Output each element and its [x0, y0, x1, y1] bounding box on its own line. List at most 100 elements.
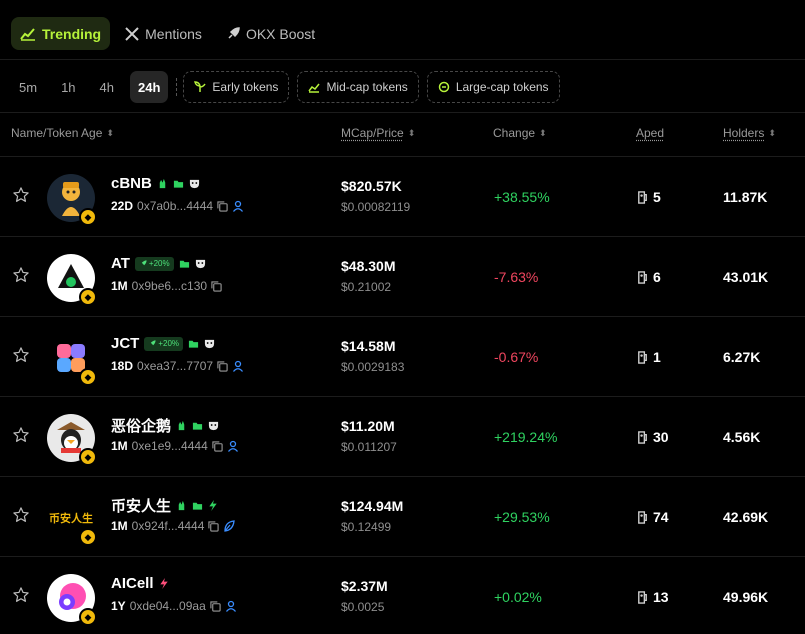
chip-mid-cap-tokens[interactable]: Mid-cap tokens [297, 71, 419, 103]
time-filter-4h[interactable]: 4h [92, 71, 122, 103]
header-holders[interactable]: Holders ⬍ [723, 126, 776, 140]
dev-user-icon[interactable] [227, 440, 239, 452]
chip-mid-label: Mid-cap tokens [326, 80, 408, 94]
token-row[interactable]: ◆ 恶俗企鹅 1M 0xe1e9...4444 $11.20M $0.011207 +219… [0, 396, 805, 476]
token-sub-line: 1M 0x9be6...c130 [111, 279, 222, 293]
aped-value: 13 [653, 589, 669, 605]
time-filter-24h[interactable]: 24h [130, 71, 169, 103]
favorite-star-icon[interactable] [12, 266, 30, 289]
token-avatar: ◆ [47, 174, 97, 226]
header-change[interactable]: Change ⬍ [493, 126, 547, 140]
favorite-star-icon[interactable] [12, 346, 30, 369]
rocket-icon [228, 26, 240, 39]
time-filter-1h[interactable]: 1h [53, 71, 83, 103]
token-age: 1M [111, 439, 128, 453]
token-price: $0.011207 [341, 440, 397, 454]
aped-count: 1 [636, 349, 661, 365]
market-cap: $11.20M [341, 418, 395, 434]
token-address: 0x7a0b...4444 [137, 199, 214, 213]
token-address: 0x924f...4444 [131, 519, 205, 533]
aped-icon [636, 190, 649, 204]
tab-trending[interactable]: Trending [11, 17, 111, 50]
tab-okx-boost[interactable]: OKX Boost [217, 17, 324, 50]
market-cap: $124.94M [341, 498, 404, 514]
bnb-chain-badge: ◆ [79, 608, 97, 626]
hand-icon [176, 420, 187, 431]
mask-icon [208, 420, 219, 431]
token-row[interactable]: ◆ AICell 1Y 0xde04...09aa $2.37M $0.0025 +0.02… [0, 556, 805, 634]
bnb-chain-badge: ◆ [79, 368, 97, 386]
token-sub-line: 1M 0x924f...4444 [111, 519, 236, 533]
aped-count: 6 [636, 269, 661, 285]
boost-label: +20% [148, 259, 170, 268]
copy-icon[interactable] [212, 440, 223, 452]
token-name[interactable]: 恶俗企鹅 [111, 415, 171, 436]
holders-count: 42.69K [723, 509, 769, 525]
sort-icon: ⬍ [768, 127, 776, 138]
token-name[interactable]: cBNB [111, 175, 152, 192]
x-logo-icon [125, 26, 139, 41]
copy-icon[interactable] [217, 360, 228, 372]
holders-count: 43.01K [723, 269, 769, 285]
aped-count: 13 [636, 589, 669, 605]
token-sub-line: 22D 0x7a0b...4444 [111, 199, 244, 213]
tab-okx-boost-label: OKX Boost [245, 25, 316, 42]
folder-icon [192, 500, 203, 511]
header-name[interactable]: Name/Token Age ⬍ [11, 126, 114, 140]
favorite-star-icon[interactable] [12, 586, 30, 609]
holders-count: 49.96K [723, 589, 769, 605]
mask-icon [204, 338, 215, 349]
token-address: 0xde04...09aa [129, 599, 206, 613]
folder-icon [173, 178, 184, 189]
token-row[interactable]: 币安人生 ◆ 币安人生 1M 0x924f...4444 $124.94M $0.12499… [0, 476, 805, 556]
token-sub-line: 1M 0xe1e9...4444 [111, 439, 239, 453]
bnb-chain-badge: ◆ [79, 448, 97, 466]
tab-mentions-label: Mentions [145, 25, 202, 42]
favorite-star-icon[interactable] [12, 506, 30, 529]
copy-icon[interactable] [210, 600, 221, 612]
header-aped[interactable]: Aped [636, 126, 664, 140]
time-filter-5m[interactable]: 5m [11, 71, 45, 103]
token-name-line: AICell [111, 575, 169, 592]
price-change: +0.02% [494, 589, 542, 605]
token-row[interactable]: ◆ AT +20% 1M 0x9be6...c130 $48.30M $0.21002 -7.… [0, 236, 805, 316]
chip-early-label: Early tokens [212, 80, 279, 94]
token-sub-line: 1Y 0xde04...09aa [111, 599, 237, 613]
chip-large-cap-tokens[interactable]: Large-cap tokens [426, 71, 560, 103]
copy-icon[interactable] [208, 520, 220, 532]
sort-icon: ⬍ [539, 127, 547, 138]
token-name[interactable]: AT [111, 255, 130, 272]
dev-user-icon[interactable] [225, 600, 237, 612]
token-address: 0x9be6...c130 [131, 279, 208, 293]
folder-icon [179, 258, 190, 269]
chip-early-tokens[interactable]: Early tokens [183, 71, 290, 103]
filter-bar: 5m 1h 4h 24h Early tokens Mid-cap tokens… [11, 71, 568, 103]
token-row[interactable]: ◆ cBNB 22D 0x7a0b...4444 $820.57K $0.00082119… [0, 156, 805, 236]
top-tabs: Trending Mentions OKX Boost [11, 17, 324, 50]
header-mcap[interactable]: MCap/Price ⬍ [341, 126, 415, 140]
token-name[interactable]: 币安人生 [111, 495, 171, 516]
token-name[interactable]: AICell [111, 575, 154, 592]
holders-count: 4.56K [723, 429, 761, 445]
favorite-star-icon[interactable] [12, 186, 30, 209]
leaf-icon[interactable] [223, 520, 236, 532]
token-name-line: 币安人生 [111, 495, 218, 516]
token-name[interactable]: JCT [111, 335, 139, 352]
tab-mentions[interactable]: Mentions [116, 17, 211, 50]
boost-label: +20% [158, 339, 180, 348]
token-sub-line: 18D 0xea37...7707 [111, 359, 244, 373]
avatar-text: 币安人生 [49, 512, 93, 525]
holders-count: 6.27K [723, 349, 761, 365]
price-change: -7.63% [494, 269, 539, 285]
aped-count: 74 [636, 509, 669, 525]
coins-icon [438, 81, 450, 93]
dev-user-icon[interactable] [232, 200, 244, 212]
token-address: 0xe1e9...4444 [131, 439, 208, 453]
copy-icon[interactable] [217, 200, 228, 212]
token-name-line: JCT +20% [111, 335, 215, 352]
dev-user-icon[interactable] [232, 360, 244, 372]
copy-icon[interactable] [211, 280, 222, 292]
token-row[interactable]: ◆ JCT +20% 18D 0xea37...7707 $14.58M $0.002918… [0, 316, 805, 396]
favorite-star-icon[interactable] [12, 426, 30, 449]
price-change: +219.24% [494, 429, 558, 445]
